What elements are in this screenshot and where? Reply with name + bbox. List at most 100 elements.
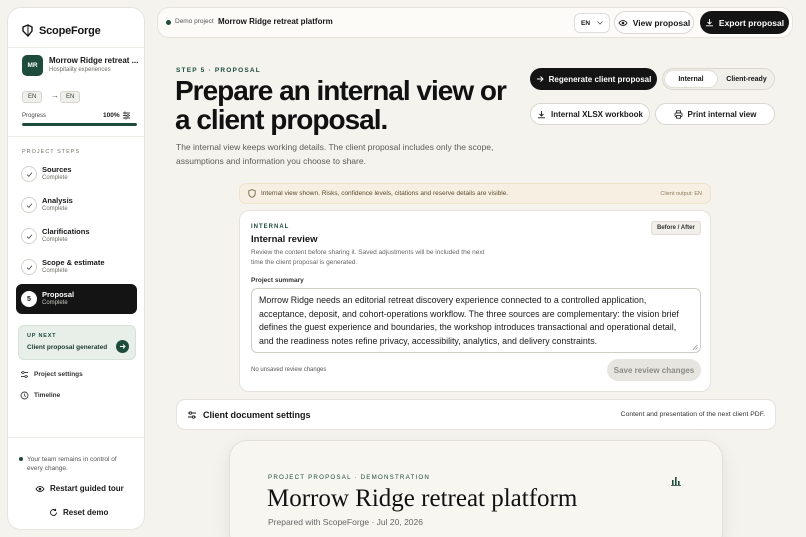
step-status-text: Complete: [42, 175, 68, 181]
step-title: Clarifications: [42, 227, 90, 236]
review-description: Review the content before sharing it. Sa…: [251, 249, 485, 266]
page-title: Prepare an internal view or a client pro…: [175, 75, 507, 135]
export-proposal-button[interactable]: Export proposal: [700, 11, 789, 34]
check-icon: [26, 171, 32, 177]
output-language-chip: EN: [60, 91, 81, 103]
xlsx-workbook-button[interactable]: Internal XLSX workbook: [530, 103, 650, 125]
divider: [8, 47, 144, 48]
internal-review-card: INTERNAL Internal review Review the cont…: [239, 210, 711, 392]
save-review-button[interactable]: Save review changes: [607, 359, 701, 381]
restart-tour-button[interactable]: Restart guided tour: [35, 484, 124, 493]
up-next-button[interactable]: [116, 340, 129, 353]
proposal-preview: PROJECT PROPOSAL · DEMONSTRATION Morrow …: [229, 440, 723, 537]
language-select[interactable]: EN: [574, 13, 610, 33]
timeline-label: Timeline: [34, 392, 61, 399]
step-sources[interactable]: Sources Complete: [16, 160, 137, 188]
chevron-down-icon: [597, 21, 603, 25]
resize-handle-icon[interactable]: [692, 344, 698, 350]
preview-eyebrow: PROJECT PROPOSAL · DEMONSTRATION: [268, 474, 431, 481]
brand[interactable]: ScopeForge: [21, 24, 101, 37]
export-proposal-label: Export proposal: [718, 17, 785, 28]
source-language-chip: EN: [22, 91, 43, 103]
check-icon: [26, 264, 32, 270]
project-settings-label: Project settings: [34, 371, 83, 378]
shield-icon: [248, 189, 256, 198]
regenerate-proposal-button[interactable]: Regenerate client proposal: [530, 68, 657, 90]
tab-client-ready[interactable]: Client-ready: [720, 71, 773, 87]
step-number: 5: [21, 291, 37, 307]
client-output-language: Client output: EN: [660, 191, 702, 197]
arrow-right-icon: [536, 76, 544, 82]
sidebar: ScopeForge MR Morrow Ridge retreat ... H…: [7, 7, 145, 530]
language-arrow: →: [51, 91, 59, 100]
step-status: [21, 197, 37, 213]
step-title: Scope & estimate: [42, 258, 105, 267]
sliders-icon[interactable]: [122, 111, 131, 120]
check-icon: [26, 233, 32, 239]
step-title: Proposal: [42, 290, 75, 299]
download-icon: [705, 19, 713, 27]
project-name[interactable]: Morrow Ridge retreat ...: [49, 56, 138, 65]
doc-settings-description: Content and presentation of the next cli…: [620, 411, 765, 418]
step-status: [21, 259, 37, 275]
restart-tour-label: Restart guided tour: [50, 484, 124, 493]
preview-title: Morrow Ridge retreat platform: [267, 485, 578, 512]
sliders-icon: [188, 411, 196, 419]
progress-bar-fill: [22, 123, 137, 126]
language-value: EN: [581, 19, 591, 27]
divider: [8, 437, 144, 438]
progress-value: 100%: [103, 112, 120, 119]
up-next-text: Client proposal generated: [27, 344, 108, 351]
timeline-link[interactable]: Timeline: [20, 391, 60, 400]
demo-project-title: Morrow Ridge retreat platform: [218, 17, 333, 26]
regenerate-label: Regenerate client proposal: [548, 74, 652, 84]
step-scope-estimate[interactable]: Scope & estimate Complete: [16, 253, 137, 281]
refresh-icon: [50, 508, 57, 516]
up-next-label: UP NEXT: [27, 333, 57, 339]
download-icon: [537, 110, 545, 118]
step-analysis[interactable]: Analysis Complete: [16, 191, 137, 219]
sliders-icon: [21, 370, 28, 379]
brand-name: ScopeForge: [39, 24, 101, 37]
project-summary-textarea[interactable]: Morrow Ridge needs an editorial retreat …: [251, 288, 701, 353]
print-internal-label: Print internal view: [687, 109, 757, 119]
team-note-text: Your team remains in control of every ch…: [27, 456, 117, 472]
status-dot: [166, 20, 171, 25]
up-next-card[interactable]: UP NEXT Client proposal generated: [18, 325, 136, 360]
step-status: [21, 166, 37, 182]
step-status-text: Complete: [42, 268, 68, 274]
view-toggle: Internal Client-ready: [662, 68, 775, 90]
steps-heading: PROJECT STEPS: [22, 149, 81, 155]
step-status-text: Complete: [42, 206, 68, 212]
step-proposal[interactable]: 5 Proposal Complete: [16, 284, 137, 314]
project-category: Hospitality experiences: [49, 67, 111, 73]
step-status-text: Complete: [42, 237, 68, 243]
team-note: Your team remains in control of every ch…: [19, 455, 134, 473]
step-status-text: Complete: [42, 300, 68, 306]
forge-logo-icon: [22, 24, 33, 37]
check-icon: [26, 202, 32, 208]
client-document-settings[interactable]: Client document settings Content and pre…: [176, 399, 776, 430]
step-status: [21, 228, 37, 244]
internal-view-notice: Internal view shown. Risks, confidence l…: [239, 183, 711, 204]
project-settings-link[interactable]: Project settings: [20, 370, 83, 379]
eye-icon: [618, 19, 628, 26]
step-title: Analysis: [42, 196, 73, 205]
status-dot: [19, 457, 23, 461]
step-clarifications[interactable]: Clarifications Complete: [16, 222, 137, 250]
print-internal-button[interactable]: Print internal view: [655, 103, 775, 125]
progress-label: Progress: [22, 113, 47, 119]
view-proposal-button[interactable]: View proposal: [614, 11, 694, 34]
review-title: Internal review: [251, 234, 318, 245]
eye-icon: [35, 485, 45, 492]
divider: [8, 136, 144, 137]
summary-label: Project summary: [251, 277, 304, 284]
tab-internal[interactable]: Internal: [665, 71, 717, 87]
reset-demo-button[interactable]: Reset demo: [49, 508, 108, 517]
preview-subtitle: Prepared with ScopeForge · Jul 20, 2026: [268, 517, 423, 527]
step-eyebrow: STEP 5 · PROPOSAL: [176, 67, 261, 74]
printer-icon: [674, 109, 682, 119]
reset-demo-label: Reset demo: [63, 508, 109, 517]
doc-settings-header: Client document settings: [187, 410, 311, 420]
before-after-badge[interactable]: Before / After: [651, 221, 701, 235]
